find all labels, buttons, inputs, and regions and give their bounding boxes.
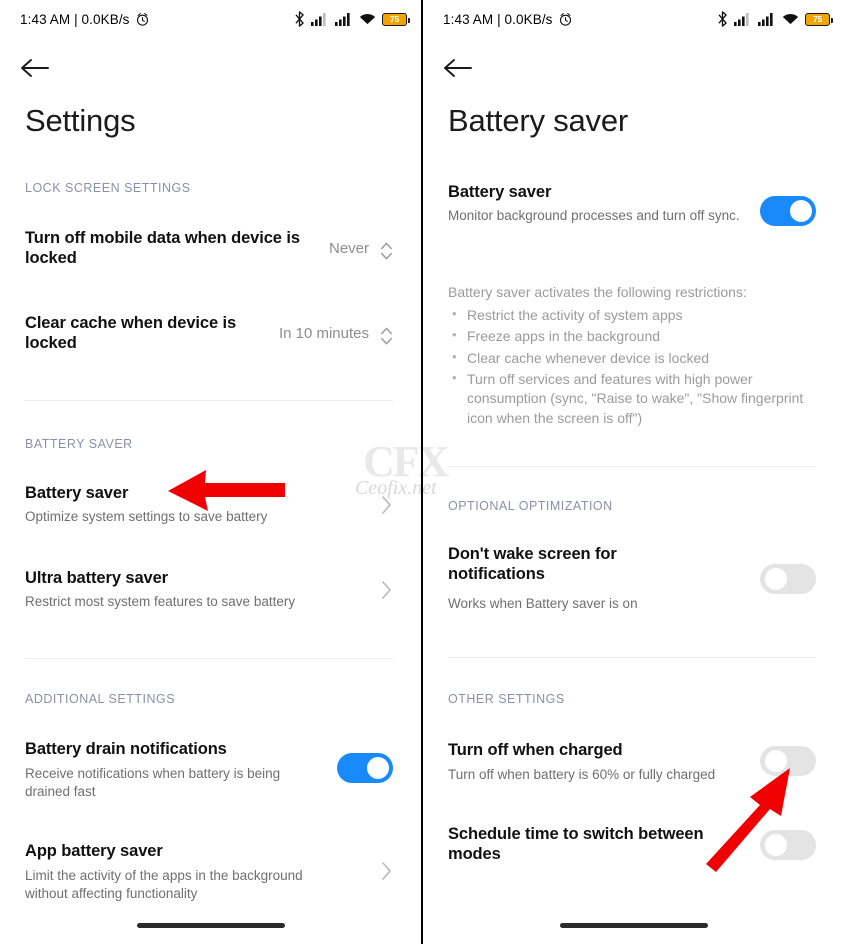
stepper-chevron-icon[interactable] — [380, 240, 393, 262]
row-title: Don't wake screen for notifications — [448, 545, 617, 584]
row-subtitle: Turn off when battery is 60% or fully ch… — [448, 767, 716, 782]
row-value: Never — [328, 240, 369, 257]
toggle-knob — [765, 750, 787, 772]
toggle-turn-off-when-charged[interactable] — [760, 746, 816, 776]
restrictions-intro: Battery saver activates the following re… — [448, 284, 747, 300]
toggle-knob — [367, 757, 389, 779]
row-title: Battery saver — [448, 183, 552, 201]
toggle-dont-wake-screen[interactable] — [760, 564, 816, 594]
row-value: In 10 minutes — [278, 325, 369, 342]
divider — [25, 400, 393, 401]
list-item: Restrict the activity of system apps — [450, 305, 822, 325]
row-title: Ultra battery saver — [25, 569, 169, 587]
row-title: Clear cache when device is locked — [25, 314, 237, 353]
divider — [448, 466, 816, 467]
chevron-right-icon — [382, 581, 391, 599]
left-phone-screen: 1:43 AM | 0.0KB/s 75 Settings LOCK SCREE… — [0, 0, 421, 944]
row-subtitle: Monitor background processes and turn of… — [448, 208, 740, 223]
toggle-knob — [790, 200, 812, 222]
divider — [448, 657, 816, 658]
section-header-additional-settings: ADDITIONAL SETTINGS — [25, 692, 176, 706]
section-header-other-settings: OTHER SETTINGS — [448, 692, 565, 706]
toggle-battery-drain-notifications[interactable] — [337, 753, 393, 783]
chevron-right-icon — [382, 496, 391, 514]
section-header-optional-optimization: OPTIONAL OPTIMIZATION — [448, 499, 613, 513]
toggle-knob — [765, 568, 787, 590]
row-subtitle: Works when Battery saver is on — [448, 596, 638, 611]
row-title: Schedule time to switch between modes — [448, 825, 704, 864]
row-subtitle: Limit the activity of the apps in the ba… — [25, 868, 303, 902]
row-title: App battery saver — [25, 842, 163, 860]
chevron-right-icon — [382, 862, 391, 880]
screenshot-root: 1:43 AM | 0.0KB/s 75 Settings LOCK SCREE… — [0, 0, 844, 944]
list-item: Turn off services and features with high… — [450, 369, 822, 428]
row-subtitle: Optimize system settings to save battery — [25, 509, 268, 524]
list-item: Freeze apps in the background — [450, 326, 822, 346]
right-phone-screen: 1:43 AM | 0.0KB/s 75 Battery saver Batte… — [423, 0, 844, 944]
row-title: Turn off mobile data when device is lock… — [25, 229, 300, 268]
divider — [25, 658, 393, 659]
left-settings-list: LOCK SCREEN SETTINGS Turn off mobile dat… — [0, 0, 421, 944]
section-header-lock-screen: LOCK SCREEN SETTINGS — [25, 181, 191, 195]
row-subtitle: Restrict most system features to save ba… — [25, 594, 296, 609]
panel-separator — [421, 0, 423, 944]
gesture-bar — [136, 923, 285, 928]
right-settings-list: Battery saver Monitor background process… — [423, 0, 844, 944]
toggle-knob — [765, 834, 787, 856]
row-title: Battery saver — [25, 484, 129, 502]
row-title: Battery drain notifications — [25, 740, 227, 758]
section-header-battery-saver: BATTERY SAVER — [25, 437, 133, 451]
row-subtitle: Receive notifications when battery is be… — [25, 766, 281, 800]
gesture-bar — [559, 923, 708, 928]
stepper-chevron-icon[interactable] — [380, 325, 393, 347]
toggle-schedule-time[interactable] — [760, 830, 816, 860]
toggle-battery-saver[interactable] — [760, 196, 816, 226]
row-title: Turn off when charged — [448, 741, 623, 759]
restrictions-list: Restrict the activity of system apps Fre… — [450, 305, 822, 430]
list-item: Clear cache whenever device is locked — [450, 348, 822, 368]
